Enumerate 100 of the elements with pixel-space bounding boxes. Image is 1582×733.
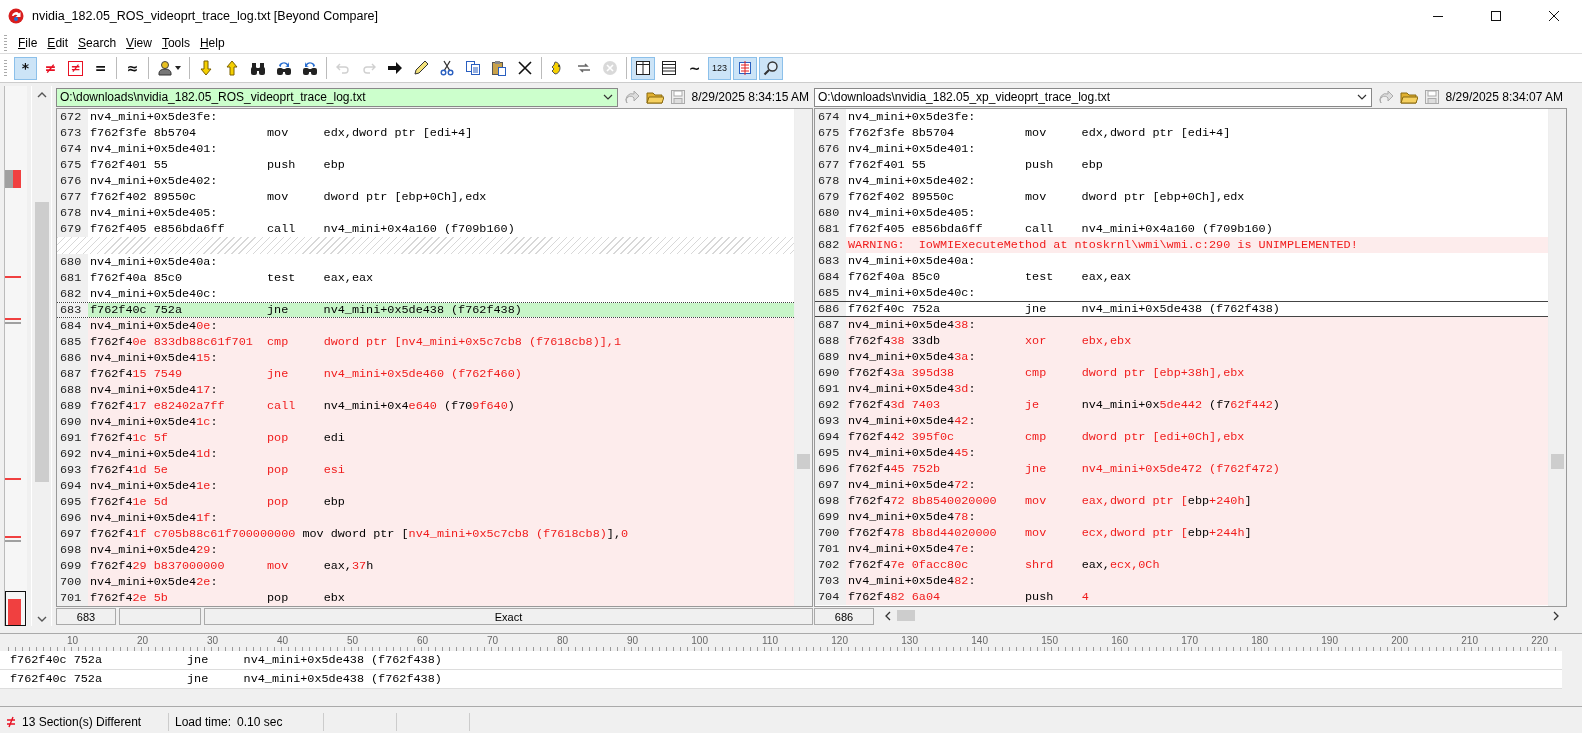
maximize-icon[interactable] [1490, 10, 1502, 22]
line-number: 700 [815, 525, 846, 541]
path-field[interactable]: O:\downloads\nvidia_182.05_ROS_videoprt_trace_log.txt [56, 87, 618, 107]
line-number: 693 [57, 462, 88, 478]
code-line[interactable]: f762f3fe 8b5704 mov edx,dword ptr [edi+4] [846, 125, 1548, 141]
scroll-left-icon[interactable] [885, 610, 891, 621]
code-line[interactable]: nv4_mini+0x5de405: [846, 205, 1548, 221]
menu-item[interactable]: File [13, 35, 43, 50]
line-number: 678 [815, 173, 846, 189]
line-number: 676 [815, 141, 846, 157]
binoculars-icon [250, 60, 266, 76]
toolbar-button[interactable]: ~ [683, 56, 706, 80]
folder-icon[interactable] [645, 89, 664, 105]
scroll-up-icon[interactable] [36, 92, 47, 98]
line-number: 679 [57, 221, 88, 237]
line-number: 673 [57, 125, 88, 141]
line-number: 688 [57, 382, 88, 398]
code-line[interactable]: nv4_mini+0x5de405: [88, 205, 794, 221]
line-indicator: 683 [56, 608, 116, 625]
scrollbar-thumb[interactable] [897, 610, 915, 621]
code-line[interactable]: nv4_mini+0x5de40a: [88, 254, 794, 270]
line-number: 686 [57, 350, 88, 366]
line-number: 678 [57, 205, 88, 221]
line-number: 697 [815, 477, 846, 493]
line-number: 699 [815, 509, 846, 525]
code-line[interactable]: f762f401 55 push ebp [88, 157, 794, 173]
line-number: 681 [815, 221, 846, 237]
scrollbar-thumb[interactable] [1551, 454, 1564, 469]
line-number: 683 [57, 303, 88, 317]
menu-item[interactable]: Help [194, 35, 230, 50]
toolbar-button[interactable]: ≈ [121, 56, 144, 80]
line-number: 685 [815, 285, 846, 301]
line-number: 677 [815, 157, 846, 173]
code-line[interactable]: f762f405 e856bda6ff call nv4_mini+0x4a160 (f709b160) [88, 221, 794, 237]
toolbar-button[interactable] [759, 56, 784, 80]
line-number: 680 [57, 254, 88, 270]
diff-overview-drawing[interactable] [4, 86, 27, 626]
scroll-right-icon[interactable] [1553, 610, 1559, 621]
right-arrow-icon [387, 60, 403, 76]
line-detail: f762f40c 752a jne nv4_mini+0x5de438 (f762f438) [0, 651, 1562, 670]
code-line[interactable]: nv4_mini+0x5de40c: [88, 286, 794, 302]
code-line[interactable]: f762f40c 752a jne nv4_mini+0x5de438 (f762f438) [846, 302, 1548, 316]
menu-item[interactable]: Edit [42, 35, 74, 50]
toolbar-button[interactable]: ≠ [39, 56, 62, 80]
code-line[interactable]: f762f402 89550c mov dword ptr [ebp+0Ch],edx [88, 189, 794, 205]
line-number: 683 [815, 253, 846, 269]
line-number: 688 [815, 333, 846, 349]
code-line[interactable]: nv4_mini+0x5de40a: [846, 253, 1548, 269]
code-line[interactable]: f762f40a 85c0 test eax,eax [88, 270, 794, 286]
code-line[interactable]: nv4_mini+0x5de402: [88, 173, 794, 189]
rows-icon [661, 60, 677, 76]
close-icon [517, 60, 533, 76]
scrollbar-thumb[interactable] [797, 454, 810, 469]
dropdown-caret-icon[interactable] [1356, 94, 1367, 100]
code-line[interactable]: nv4_mini+0x5de401: [846, 141, 1548, 157]
scroll-down-icon[interactable] [36, 616, 47, 622]
toolbar-button[interactable]: = [89, 56, 112, 80]
line-number: 689 [815, 349, 846, 365]
scrollbar-thumb[interactable] [34, 202, 49, 482]
copy-icon [465, 60, 481, 76]
code-line[interactable]: f762f405 e856bda6ff call nv4_mini+0x4a160 (f709b160) [846, 221, 1548, 237]
line-number: 679 [815, 189, 846, 205]
toolbar-button[interactable]: 123 [708, 56, 732, 80]
code-line[interactable]: nv4_mini+0x5de402: [846, 173, 1548, 189]
menu-item[interactable]: View [121, 35, 157, 50]
line-number: 681 [57, 270, 88, 286]
code-line[interactable]: nv4_mini+0x5de40c: [846, 285, 1548, 301]
down-arrow-icon [198, 60, 214, 76]
code-line[interactable]: f762f3fe 8b5704 mov edx,dword ptr [edi+4] [88, 125, 794, 141]
line-number: 693 [815, 413, 846, 429]
menu-item[interactable]: Tools [156, 35, 195, 50]
line-number: 697 [57, 526, 88, 542]
dropdown-caret-icon[interactable] [602, 94, 613, 100]
code-line[interactable]: nv4_mini+0x5de401: [88, 141, 794, 157]
toolbar-button[interactable]: ≠ [64, 56, 87, 80]
code-line[interactable]: nv4_mini+0x5de3fe: [88, 109, 794, 125]
line-number: 689 [57, 398, 88, 414]
line-number: 699 [57, 558, 88, 574]
status-text: 0.10 sec [237, 713, 325, 731]
menu-item[interactable]: Search [73, 35, 122, 50]
line-number: 702 [815, 557, 846, 573]
code-line[interactable]: nv4_mini+0x5de3fe: [846, 109, 1548, 125]
code-line[interactable]: f762f402 89550c mov dword ptr [ebp+0Ch],edx [846, 189, 1548, 205]
line-number: 677 [57, 189, 88, 205]
code-line[interactable]: f762f40a 85c0 test eax,eax [846, 269, 1548, 285]
toolbar-button[interactable]: * [14, 56, 37, 80]
path-field[interactable]: O:\downloads\nvidia_182.05_xp_videoprt_trace_log.txt [814, 87, 1372, 107]
folder-icon[interactable] [1399, 89, 1418, 105]
up-arrow-icon [224, 60, 240, 76]
ruler-icon [737, 60, 754, 76]
pencil-icon [413, 60, 429, 76]
line-number: 692 [815, 397, 846, 413]
toolbar-button[interactable] [631, 56, 655, 80]
line-number: 691 [57, 430, 88, 446]
toolbar-button[interactable] [733, 56, 758, 80]
code-line[interactable]: f762f401 55 push ebp [846, 157, 1548, 173]
line-indicator: 686 [814, 608, 874, 625]
file-timestamp: 8/29/2025 8:34:07 AM [1445, 90, 1563, 104]
line-number: 704 [815, 589, 846, 605]
close-icon[interactable] [1548, 10, 1560, 22]
